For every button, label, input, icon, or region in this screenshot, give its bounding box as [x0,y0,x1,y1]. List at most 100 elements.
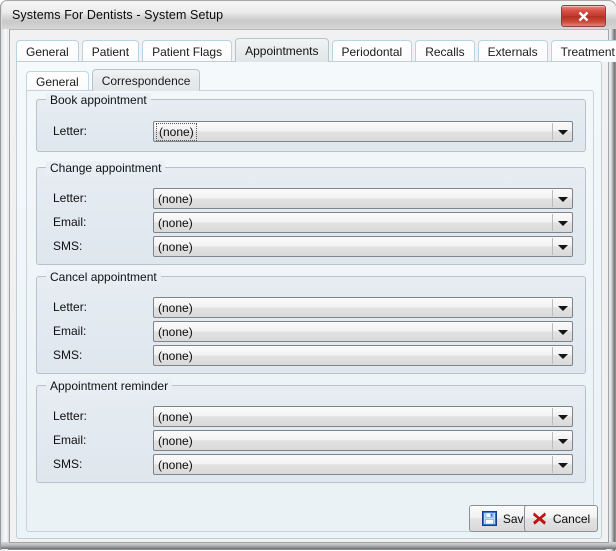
field-row-cancel-email: Email: (none) [37,321,585,342]
field-row-cancel-sms: SMS: (none) [37,345,585,366]
group-book-appointment: Book appointment Letter: (none) [36,93,586,152]
field-row-reminder-letter: Letter: (none) [37,406,585,427]
sub-tab-label: General [36,74,79,89]
combo-value: (none) [158,458,193,472]
field-label-sms: SMS: [53,239,83,253]
combo-value: (none) [158,434,193,448]
chevron-down-icon[interactable] [558,353,568,359]
cancel-button-label: Cancel [552,511,591,526]
field-label-letter: Letter: [53,300,88,314]
tab-patient-flags[interactable]: Patient Flags [142,40,233,62]
floppy-disk-save-icon [481,511,497,526]
combo-separator [552,190,553,207]
field-row-change-sms: SMS: (none) [37,236,585,257]
tab-label: Appointments [245,43,319,58]
chevron-down-icon[interactable] [558,129,568,135]
application-window: Systems For Dentists - System Setup Gene… [0,0,616,551]
combo-value: (none) [158,349,193,363]
tab-label: Recalls [425,44,465,59]
group-change-appointment: Change appointment Letter: (none) Email:… [36,161,586,265]
tab-treatment[interactable]: Treatment [550,40,616,62]
chevron-down-icon[interactable] [558,244,568,250]
chevron-down-icon[interactable] [558,196,568,202]
combo-cancel-letter[interactable]: (none) [153,297,573,318]
field-label-email: Email: [53,433,87,447]
chevron-down-icon[interactable] [558,305,568,311]
combo-book-letter[interactable]: (none) [153,121,573,142]
field-label-sms: SMS: [53,457,83,471]
cancel-button[interactable]: Cancel [524,505,598,532]
tab-general[interactable]: General [16,40,79,62]
combo-separator [552,408,553,425]
combo-value: (none) [158,325,193,339]
combo-value: (none) [158,240,193,254]
field-label-letter: Letter: [53,409,88,423]
combo-change-sms[interactable]: (none) [153,236,573,257]
combo-separator [552,214,553,231]
combo-reminder-letter[interactable]: (none) [153,406,573,427]
tab-label: General [26,44,69,59]
group-title: Change appointment [46,161,166,175]
dialog-client-area: General Patient Patient Flags Appointmen… [9,29,616,543]
sub-tab-correspondence[interactable]: Correspondence [91,69,201,91]
chevron-down-icon[interactable] [558,462,568,468]
chevron-down-icon[interactable] [558,414,568,420]
window-frame-bottom-edge [1,542,616,549]
group-title: Cancel appointment [46,270,161,284]
combo-separator [552,238,553,255]
field-label-email: Email: [53,215,87,229]
close-button[interactable] [561,5,606,27]
tab-appointments[interactable]: Appointments [235,38,329,62]
field-row-change-letter: Letter: (none) [37,188,585,209]
combo-change-email[interactable]: (none) [153,212,573,233]
sub-tab-label: Correspondence [101,73,191,88]
field-row-cancel-letter: Letter: (none) [37,297,585,318]
combo-cancel-email[interactable]: (none) [153,321,573,342]
combo-reminder-email[interactable]: (none) [153,430,573,451]
combo-separator [552,123,553,140]
red-x-cancel-icon [532,511,547,526]
tab-recalls[interactable]: Recalls [415,40,475,62]
combo-value: (none) [158,216,193,230]
combo-reminder-sms[interactable]: (none) [153,454,573,475]
title-bar: Systems For Dentists - System Setup [2,2,616,29]
combo-separator [552,347,553,364]
combo-value: (none) [158,301,193,315]
combo-value: (none) [156,123,197,141]
combo-separator [552,432,553,449]
group-title: Book appointment [46,93,151,107]
combo-change-letter[interactable]: (none) [153,188,573,209]
sub-tab-general[interactable]: General [26,71,89,91]
group-appointment-reminder: Appointment reminder Letter: (none) Emai… [36,379,586,483]
tab-label: Periodontal [341,44,403,59]
group-cancel-appointment: Cancel appointment Letter: (none) Email:… [36,270,586,374]
tab-patient[interactable]: Patient [81,40,140,62]
tab-externals[interactable]: Externals [477,40,548,62]
close-x-icon [578,11,589,21]
field-row-reminder-email: Email: (none) [37,430,585,451]
field-label-letter: Letter: [53,191,88,205]
tab-label: Patient Flags [152,44,223,59]
correspondence-panel: Book appointment Letter: (none) Change a… [26,90,594,532]
tab-label: Patient [91,44,130,59]
chevron-down-icon[interactable] [558,438,568,444]
chevron-down-icon[interactable] [558,329,568,335]
main-tab-strip: General Patient Patient Flags Appointmen… [16,38,616,62]
tab-label: Externals [487,44,538,59]
tab-periodontal[interactable]: Periodontal [331,40,413,62]
field-row-change-email: Email: (none) [37,212,585,233]
chevron-down-icon[interactable] [558,220,568,226]
combo-value: (none) [158,192,193,206]
appointments-tab-panel: General Correspondence Book appointment … [16,61,602,539]
group-title: Appointment reminder [46,379,173,393]
combo-separator [552,299,553,316]
window-frame-left-edge [1,1,8,551]
tab-label: Treatment [560,44,615,59]
field-row-book-letter: Letter: (none) [37,121,585,142]
dialog-footer: Save Cancel [10,496,610,542]
sub-tab-strip: General Correspondence [26,69,203,91]
combo-cancel-sms[interactable]: (none) [153,345,573,366]
field-label-email: Email: [53,324,87,338]
field-label-sms: SMS: [53,348,83,362]
combo-separator [552,323,553,340]
